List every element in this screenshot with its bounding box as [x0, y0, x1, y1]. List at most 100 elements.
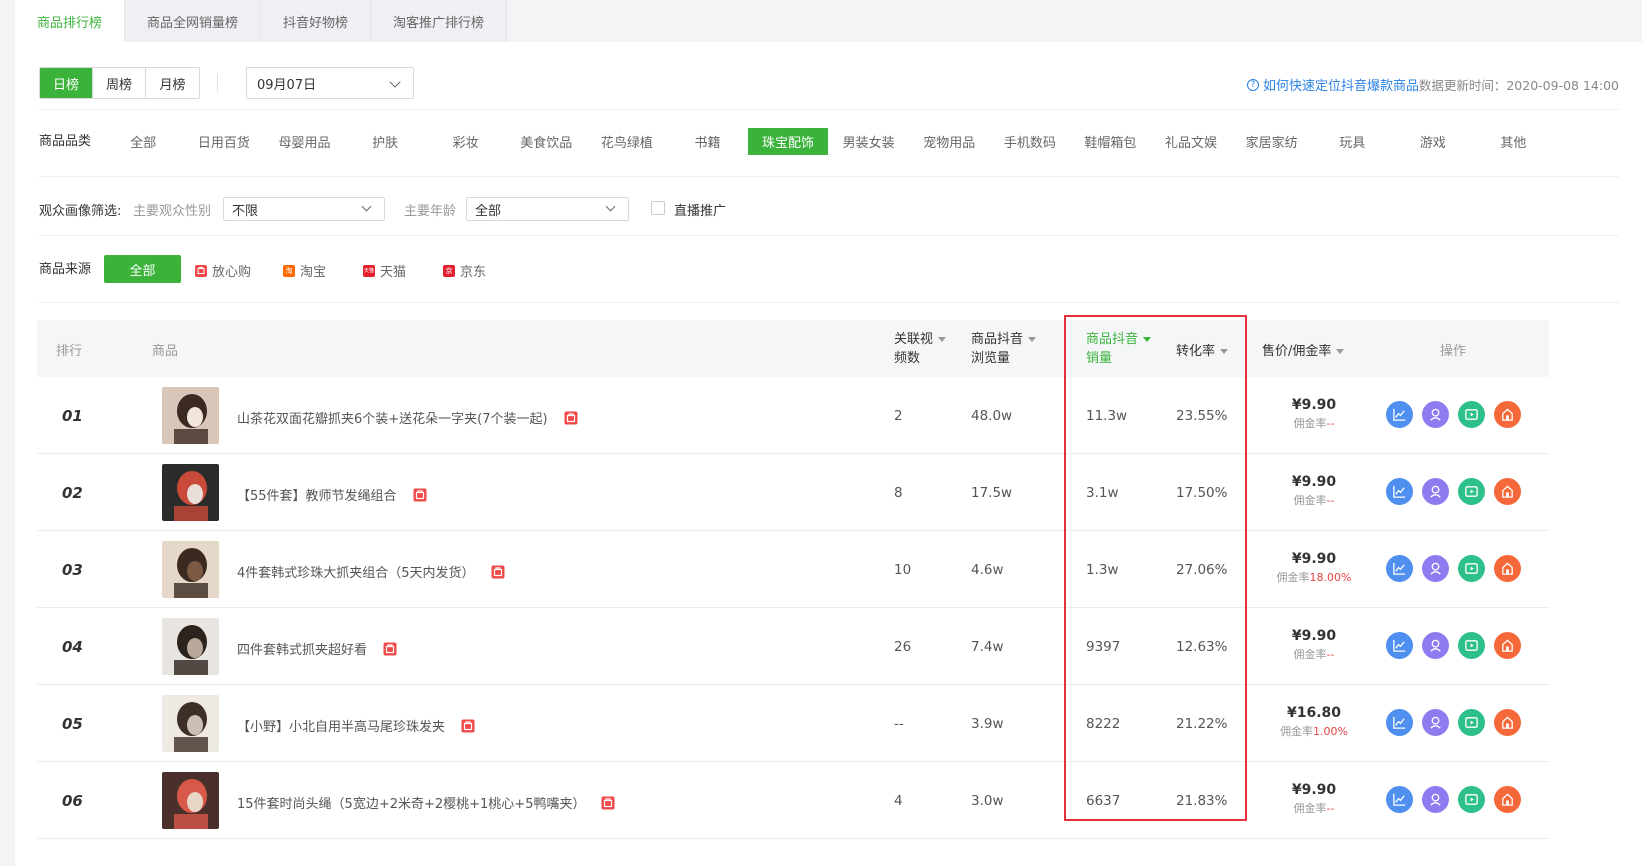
category-item[interactable]: 玩具 [1312, 128, 1393, 155]
help-link[interactable]: ? 如何快速定位抖音爆款商品 [1246, 75, 1419, 94]
period-day-button[interactable]: 日榜 [40, 68, 93, 98]
product-thumbnail[interactable] [162, 387, 219, 444]
audience-button[interactable] [1422, 786, 1449, 813]
header-views[interactable]: 商品抖音 浏览量 [971, 330, 1037, 368]
product-thumbnail[interactable] [162, 618, 219, 675]
product-name-link[interactable]: 4件套韩式珍珠大抓夹组合（5天内发货） [237, 562, 505, 581]
sort-caret-icon [1028, 337, 1037, 342]
header-rank: 排行 [56, 344, 83, 359]
category-item[interactable]: 游戏 [1393, 128, 1474, 155]
category-item[interactable]: 其他 [1473, 128, 1554, 155]
tab-product-ranking[interactable]: 商品排行榜 [15, 0, 126, 42]
period-month-button[interactable]: 月榜 [146, 68, 199, 98]
audience-button[interactable] [1422, 555, 1449, 582]
source-all-button[interactable]: 全部 [104, 255, 181, 283]
tab-taoke-ranking[interactable]: 淘客推广排行榜 [371, 0, 508, 42]
divider [39, 302, 1619, 303]
shop-button[interactable] [1494, 709, 1521, 736]
bag-icon [564, 411, 578, 425]
trend-button[interactable] [1386, 401, 1413, 428]
category-item[interactable]: 全部 [103, 128, 184, 155]
header-price[interactable]: 售价/佣金率 [1262, 340, 1345, 359]
sort-caret-icon [1336, 349, 1345, 354]
header-conversion[interactable]: 转化率 [1176, 340, 1229, 359]
source-jd[interactable]: 京 京东 [443, 261, 486, 280]
header-sales[interactable]: 商品抖音 销量 [1086, 330, 1152, 368]
video-button[interactable] [1458, 632, 1485, 659]
category-item[interactable]: 护肤 [345, 128, 426, 155]
table-row: 03 4件套韩式珍珠大抓夹组合（5天内发货） 10 4.6w 1.3w 27.06% ¥9.… [37, 531, 1549, 608]
source-name: 京东 [460, 265, 487, 280]
shop-button[interactable] [1494, 632, 1521, 659]
main-panel: 日榜 周榜 月榜 09月07日 ? 如何快速定位抖音爆款商品 数据更新时间：20… [15, 42, 1642, 866]
source-fangxingou[interactable]: 放心购 [195, 261, 251, 280]
source-taobao[interactable]: 淘 淘宝 [283, 261, 326, 280]
shop-button[interactable] [1494, 786, 1521, 813]
header-views-line1: 商品抖音 [971, 332, 1024, 347]
gender-select[interactable]: 不限 [223, 197, 385, 221]
shop-button[interactable] [1494, 478, 1521, 505]
source-tmall[interactable]: 天猫 天猫 [363, 261, 406, 280]
row-actions [1386, 401, 1521, 428]
trend-button[interactable] [1386, 786, 1413, 813]
shop-button[interactable] [1494, 401, 1521, 428]
tab-douyin-goods[interactable]: 抖音好物榜 [261, 0, 372, 42]
trend-button[interactable] [1386, 555, 1413, 582]
category-item[interactable]: 日用百货 [184, 128, 265, 155]
date-select[interactable]: 09月07日 [246, 67, 414, 99]
category-item[interactable]: 美食饮品 [506, 128, 587, 155]
category-item[interactable]: 礼品文娱 [1151, 128, 1232, 155]
period-week-button[interactable]: 周榜 [93, 68, 146, 98]
product-thumbnail[interactable] [162, 541, 219, 598]
shop-button[interactable] [1494, 555, 1521, 582]
audience-button[interactable] [1422, 632, 1449, 659]
conversion-rate: 12.63% [1176, 639, 1228, 655]
category-item[interactable]: 家居家纺 [1231, 128, 1312, 155]
video-button[interactable] [1458, 786, 1485, 813]
audience-button[interactable] [1422, 478, 1449, 505]
conversion-rate: 21.83% [1176, 793, 1228, 809]
video-button[interactable] [1458, 555, 1485, 582]
category-item[interactable]: 手机数码 [990, 128, 1071, 155]
live-promo-checkbox[interactable] [651, 201, 665, 215]
product-name-link[interactable]: 【55件套】教师节发绳组合 [237, 485, 427, 504]
video-button[interactable] [1458, 478, 1485, 505]
header-videos[interactable]: 关联视 频数 [894, 330, 947, 368]
header-sales-line1: 商品抖音 [1086, 332, 1139, 347]
audience-button[interactable] [1422, 709, 1449, 736]
trend-button[interactable] [1386, 709, 1413, 736]
chevron-down-icon [389, 76, 401, 88]
sort-caret-icon [938, 337, 947, 342]
category-item[interactable]: 彩妆 [425, 128, 506, 155]
sales-count: 6637 [1086, 793, 1121, 809]
category-item[interactable]: 母婴用品 [264, 128, 345, 155]
category-item[interactable]: 珠宝配饰 [747, 128, 829, 155]
commission: 佣金率1.00% [1269, 723, 1359, 739]
audience-button[interactable] [1422, 401, 1449, 428]
tab-network-sales[interactable]: 商品全网销量榜 [125, 0, 262, 42]
trend-button[interactable] [1386, 632, 1413, 659]
product-thumbnail[interactable] [162, 772, 219, 829]
category-item[interactable]: 男装女装 [828, 128, 909, 155]
product-name-link[interactable]: 【小野】小北自用半高马尾珍珠发夹 [237, 716, 475, 735]
commission-value: -- [1326, 417, 1335, 430]
category-item[interactable]: 鞋帽箱包 [1070, 128, 1151, 155]
age-select[interactable]: 全部 [466, 197, 629, 221]
video-button[interactable] [1458, 401, 1485, 428]
video-button[interactable] [1458, 709, 1485, 736]
header-videos-line2: 频数 [894, 351, 921, 366]
product-thumbnail[interactable] [162, 464, 219, 521]
category-item[interactable]: 花鸟绿植 [587, 128, 668, 155]
trend-chart-icon [1392, 407, 1407, 422]
product-name-link[interactable]: 四件套韩式抓夹超好看 [237, 639, 397, 658]
conversion-rate: 21.22% [1176, 716, 1228, 732]
age-label: 主要年龄 [404, 204, 457, 219]
product-thumbnail[interactable] [162, 695, 219, 752]
category-item[interactable]: 书籍 [667, 128, 748, 155]
product-name-link[interactable]: 山茶花双面花瓣抓夹6个装+送花朵一字夹(7个装一起) [237, 408, 578, 427]
category-item[interactable]: 宠物用品 [909, 128, 990, 155]
video-icon [1464, 561, 1479, 576]
videos-count: 2 [894, 408, 903, 424]
product-name-link[interactable]: 15件套时尚头绳（5宽边+2米奇+2樱桃+1桃心+5鸭嘴夹） [237, 793, 615, 812]
trend-button[interactable] [1386, 478, 1413, 505]
